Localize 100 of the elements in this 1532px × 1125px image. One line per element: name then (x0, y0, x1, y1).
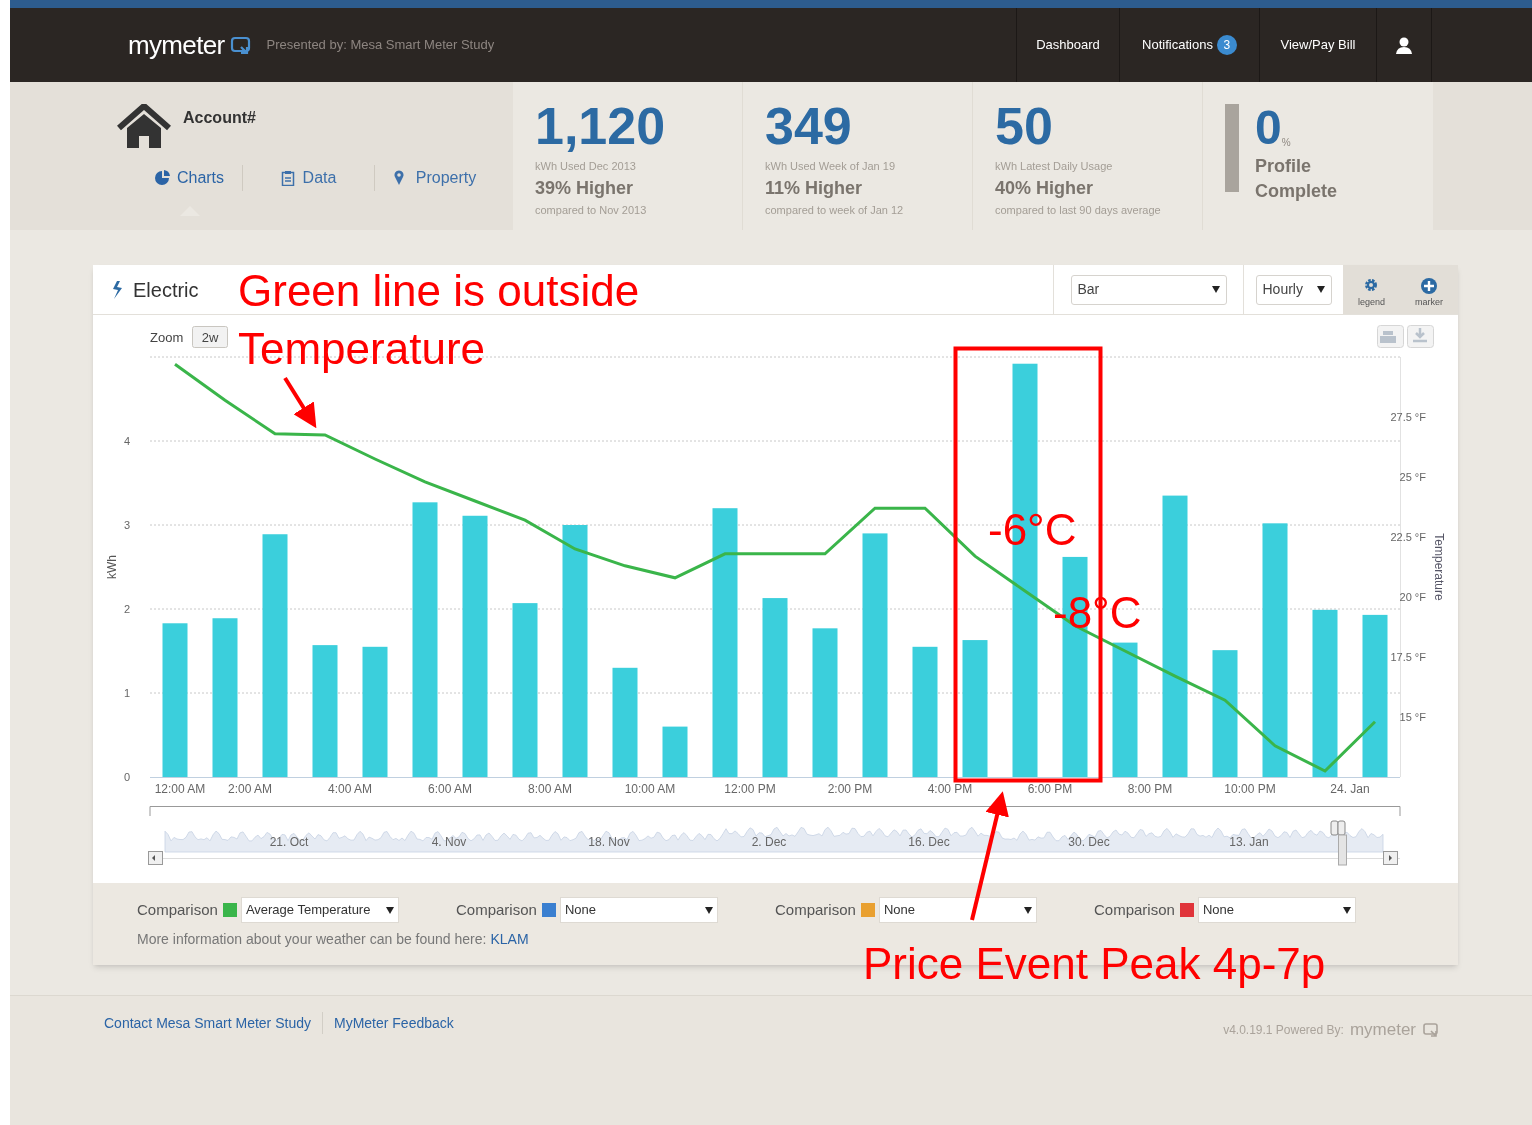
y-axis-label: 17.5 °F (1390, 651, 1426, 663)
pie-chart-icon (154, 170, 171, 186)
caret-icon (1342, 906, 1351, 914)
x-axis-label: 24. Jan (1330, 782, 1370, 796)
tab[interactable]: Data (280, 158, 337, 198)
scrollbar-thumb[interactable] (1338, 834, 1347, 866)
navigator-date: 16. Dec (908, 835, 950, 849)
notification-badge: 3 (1216, 35, 1237, 55)
comparison-label: Comparison (775, 899, 856, 920)
stat-change: 39% Higher (535, 176, 634, 200)
navigator-date: 2. Dec (751, 835, 787, 849)
download-button[interactable] (1407, 325, 1434, 348)
x-axis-label: 12:00 AM (154, 782, 206, 796)
tab[interactable]: Charts (154, 158, 225, 198)
comparison-select[interactable]: None (559, 897, 718, 923)
logo-text: mymeter (128, 28, 225, 62)
navigator-date: 4. Nov (431, 835, 467, 849)
y-axis-title: kWh (105, 555, 119, 579)
comparison-select[interactable]: None (878, 897, 1037, 923)
stat-change: 40% Higher (995, 176, 1094, 200)
percent-sign: % (1281, 137, 1291, 150)
stat-caption: kWh Used Week of Jan 19 (765, 159, 896, 174)
home-icon (117, 104, 171, 150)
footer-link[interactable]: Contact Mesa Smart Meter Study (104, 1012, 311, 1034)
stat-caption: kWh Latest Daily Usage (995, 159, 1113, 174)
x-axis-label: 2:00 PM (827, 782, 873, 796)
stat-comparison: compared to last 90 days average (995, 202, 1161, 218)
x-axis-label: 8:00 PM (1127, 782, 1173, 796)
download-icon (1411, 326, 1429, 343)
y-axis-title: Temperature (1432, 533, 1446, 601)
print-button[interactable] (1377, 325, 1404, 348)
y-axis-label: 15 °F (1399, 711, 1426, 723)
card-title: Electric (133, 277, 199, 303)
user-icon (1396, 36, 1412, 54)
logo-icon (1422, 1020, 1440, 1039)
x-axis-label: 12:00 PM (724, 782, 776, 796)
x-axis-label: 8:00 AM (528, 782, 572, 796)
account-label: Account# (183, 108, 256, 128)
comparison-label: Comparison (137, 899, 218, 920)
y-axis-label: 22.5 °F (1390, 531, 1426, 543)
interval-select[interactable]: Hourly (1255, 274, 1332, 305)
caret-icon (704, 906, 713, 914)
stat-value: 1,120 (535, 100, 666, 152)
y-axis-label: 4 (123, 435, 131, 447)
y-axis-label: 25 °F (1399, 471, 1426, 483)
plus-circle-icon (1421, 278, 1437, 294)
toolbar-button[interactable]: legend (1358, 272, 1385, 307)
stat-change: 11% Higher (765, 176, 863, 200)
comparison-select[interactable]: Average Temperature (240, 897, 399, 923)
stat-comparison: compared to week of Jan 12 (765, 202, 904, 218)
y-axis-label: 27.5 °F (1390, 411, 1426, 423)
range-handle[interactable] (1330, 820, 1346, 836)
x-axis-label: 4:00 PM (927, 782, 973, 796)
navigator-date: 21. Oct (269, 835, 309, 849)
navigator-date: 30. Dec (1068, 835, 1110, 849)
chart-bar (662, 726, 688, 777)
x-axis-label: 10:00 PM (1224, 782, 1276, 796)
zoom-button[interactable]: 2w (192, 326, 228, 348)
gear-icon (1363, 278, 1380, 294)
annotation-text: Temperature (238, 324, 485, 373)
navigator-date: 18. Nov (588, 835, 630, 849)
y-axis-label: 0 (123, 771, 131, 783)
x-axis-label: 6:00 AM (428, 782, 472, 796)
weather-link[interactable]: KLAM (490, 929, 529, 950)
weather-note: More information about your weather can be found here: (137, 930, 487, 949)
caret-icon (1211, 286, 1220, 293)
bolt-icon (111, 280, 123, 299)
comparison-label: Comparison (456, 899, 537, 920)
comparison-select[interactable]: None (1197, 897, 1356, 923)
annotation-text: Green line is outside (238, 266, 640, 315)
caret-icon (1023, 906, 1032, 914)
chart-type-select[interactable]: Bar (1070, 274, 1227, 305)
navigator-date: 13. Jan (1229, 835, 1269, 849)
comparison-label: Comparison (1094, 899, 1175, 920)
tab[interactable]: Property (393, 158, 477, 198)
profile-value: 0 (1255, 104, 1282, 152)
version-text: v4.0.19.1 Powered By: (1223, 1021, 1344, 1039)
caret-icon (385, 906, 394, 914)
printer-icon (1380, 331, 1396, 343)
y-axis-label: 1 (123, 687, 131, 699)
footer-link[interactable]: MyMeter Feedback (333, 1012, 454, 1034)
zoom-label: Zoom (150, 330, 184, 345)
presented-by-text: Presented by: Mesa Smart Meter Study (266, 36, 495, 55)
clipboard-icon (280, 170, 297, 186)
profile-label: Profile Complete (1255, 155, 1338, 203)
y-axis-label: 20 °F (1399, 591, 1426, 603)
x-axis-label: 2:00 AM (228, 782, 272, 796)
annotation-arrow (283, 376, 317, 429)
toolbar-button[interactable]: marker (1415, 272, 1443, 307)
scroll-arrow-button[interactable] (148, 851, 163, 865)
y-axis-label: 2 (123, 603, 131, 615)
stat-caption: kWh Used Dec 2013 (535, 159, 636, 174)
stat-comparison: compared to Nov 2013 (535, 202, 647, 218)
annotation-text: Price Event Peak 4p-7p (863, 939, 1326, 988)
stat-value: 349 (765, 100, 852, 152)
stat-value: 50 (995, 100, 1053, 152)
footer-logo-text: mymeter (1349, 1019, 1416, 1041)
caret-icon (1316, 286, 1325, 293)
y-axis-label: 3 (123, 519, 131, 531)
scroll-arrow-button[interactable] (1383, 851, 1398, 865)
